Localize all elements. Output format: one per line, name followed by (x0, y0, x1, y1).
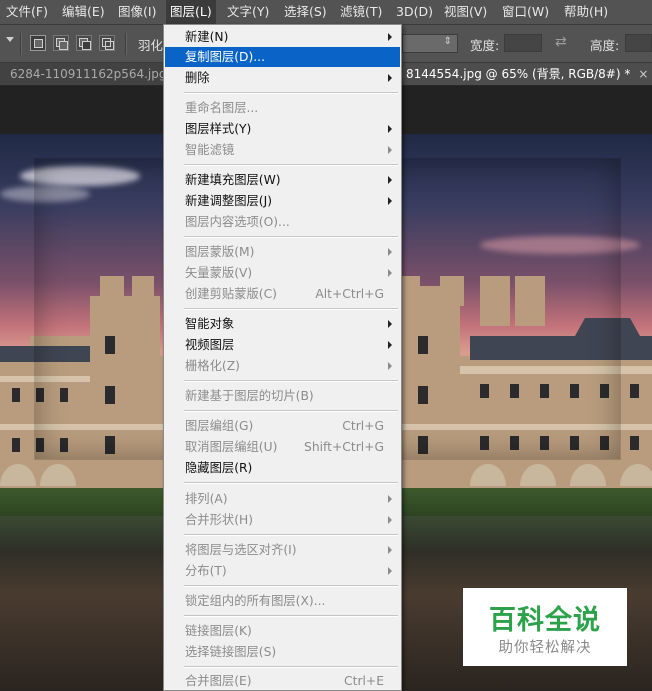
menu-edit[interactable]: 编辑(E) (58, 0, 109, 24)
menu-item-smart-filter[interactable]: 智能滤镜 (165, 140, 400, 160)
add-to-selection-icon[interactable] (53, 35, 69, 51)
watermark-title: 百科全说 (489, 605, 601, 636)
menu-divider (184, 615, 398, 617)
menu-item-arrange[interactable]: 排列(A) (165, 489, 400, 509)
menu-file[interactable]: 文件(F) (2, 0, 52, 24)
menu-divider (184, 410, 398, 412)
menu-divider (184, 92, 398, 94)
style-dropdown[interactable]: ⇕ (402, 34, 458, 53)
close-tab-icon[interactable]: × (638, 67, 648, 81)
menu-divider (184, 308, 398, 310)
submenu-arrow-icon (388, 248, 392, 256)
tab-label: 8144554.jpg @ 65% (背景, RGB/8#) * (406, 67, 631, 81)
menu-item-ungroup-layers[interactable]: 取消图层编组(U) Shift+Ctrl+G (165, 437, 400, 457)
submenu-arrow-icon (388, 362, 392, 370)
menu-item-lock-all-layers-in-group[interactable]: 锁定组内的所有图层(X)... (165, 591, 400, 611)
submenu-arrow-icon (388, 516, 392, 524)
watermark-logo: 百科全说 助你轻松解决 (463, 588, 627, 666)
menu-item-select-linked-layers[interactable]: 选择链接图层(S) (165, 642, 400, 662)
menu-item-new-layer-based-slice[interactable]: 新建基于图层的切片(B) (165, 386, 400, 406)
menu-item-vector-mask[interactable]: 矢量蒙版(V) (165, 263, 400, 283)
submenu-arrow-icon (388, 495, 392, 503)
menu-item-align-layers-to-selection[interactable]: 将图层与选区对齐(I) (165, 540, 400, 560)
menu-item-smart-object[interactable]: 智能对象 (165, 314, 400, 334)
submenu-arrow-icon (388, 197, 392, 205)
menu-divider (184, 534, 398, 536)
menu-divider (184, 585, 398, 587)
menu-item-link-layers[interactable]: 链接图层(K) (165, 621, 400, 641)
menu-3d[interactable]: 3D(D) (392, 0, 437, 24)
menu-item-new-adjustment-layer[interactable]: 新建调整图层(J) (165, 191, 400, 211)
menu-item-combine-shapes[interactable]: 合并形状(H) (165, 510, 400, 530)
menu-item-new[interactable]: 新建(N) (165, 27, 400, 47)
menu-item-rename-layer[interactable]: 重命名图层... (165, 98, 400, 118)
menu-item-merge-layers[interactable]: 合并图层(E) Ctrl+E (165, 671, 400, 691)
menu-item-layer-content-options[interactable]: 图层内容选项(O)... (165, 212, 400, 232)
feather-label: 羽化 (138, 38, 164, 53)
submenu-arrow-icon (388, 74, 392, 82)
submenu-arrow-icon (388, 269, 392, 277)
menu-divider (184, 666, 398, 668)
options-divider (20, 33, 22, 55)
menu-help[interactable]: 帮助(H) (560, 0, 612, 24)
new-selection-icon[interactable] (30, 35, 46, 51)
menu-window[interactable]: 窗口(W) (498, 0, 553, 24)
document-tab-2[interactable]: 8144554.jpg @ 65% (背景, RGB/8#) * × (402, 63, 652, 85)
menu-item-layer-mask[interactable]: 图层蒙版(M) (165, 242, 400, 262)
swap-dimensions-icon[interactable]: ⇄ (555, 34, 567, 50)
submenu-arrow-icon (388, 341, 392, 349)
menu-item-delete[interactable]: 删除 (165, 68, 400, 88)
layer-menu: 新建(N) 复制图层(D)... 删除 重命名图层... 图层样式(Y) 智能滤… (163, 24, 402, 691)
subtract-from-selection-icon[interactable] (76, 35, 92, 51)
submenu-arrow-icon (388, 546, 392, 554)
menu-item-duplicate-layer[interactable]: 复制图层(D)... (165, 47, 400, 67)
menu-divider (184, 482, 398, 484)
menu-item-video-layer[interactable]: 视频图层 (165, 335, 400, 355)
submenu-arrow-icon (388, 33, 392, 41)
menu-view[interactable]: 视图(V) (440, 0, 491, 24)
submenu-arrow-icon (388, 176, 392, 184)
menu-item-group-layers[interactable]: 图层编组(G) Ctrl+G (165, 416, 400, 436)
menu-item-distribute[interactable]: 分布(T) (165, 561, 400, 581)
menu-divider (184, 164, 398, 166)
menu-select[interactable]: 选择(S) (280, 0, 331, 24)
menu-divider (184, 380, 398, 382)
intersect-selection-icon[interactable] (99, 35, 115, 51)
submenu-arrow-icon (388, 125, 392, 133)
tool-preset-dropdown-icon[interactable] (6, 37, 14, 42)
menu-item-new-fill-layer[interactable]: 新建填充图层(W) (165, 170, 400, 190)
menu-item-layer-style[interactable]: 图层样式(Y) (165, 119, 400, 139)
width-label: 宽度: (470, 38, 500, 53)
shortcut-label: Ctrl+G (342, 419, 384, 433)
height-label: 高度: (590, 38, 620, 53)
menu-item-rasterize[interactable]: 栅格化(Z) (165, 356, 400, 376)
menu-item-hide-layers[interactable]: 隐藏图层(R) (165, 458, 400, 478)
menu-bar: 文件(F) 编辑(E) 图像(I) 图层(L) 文字(Y) 选择(S) 滤镜(T… (0, 0, 652, 25)
dropdown-arrow-icon: ⇕ (443, 36, 452, 47)
menu-divider (184, 236, 398, 238)
document-tab-1[interactable]: 6284-110911162p564.jpg @ (0, 63, 170, 85)
menu-image[interactable]: 图像(I) (114, 0, 160, 24)
submenu-arrow-icon (388, 320, 392, 328)
menu-filter[interactable]: 滤镜(T) (336, 0, 386, 24)
menu-item-create-clipping-mask[interactable]: 创建剪贴蒙版(C) Alt+Ctrl+G (165, 284, 400, 304)
submenu-arrow-icon (388, 567, 392, 575)
menu-layer[interactable]: 图层(L) (166, 0, 216, 24)
height-input[interactable] (625, 34, 652, 52)
submenu-arrow-icon (388, 146, 392, 154)
shortcut-label: Ctrl+E (344, 674, 384, 688)
watermark-subtitle: 助你轻松解决 (498, 640, 592, 656)
options-divider (125, 33, 127, 55)
shortcut-label: Alt+Ctrl+G (315, 287, 384, 301)
menu-type[interactable]: 文字(Y) (223, 0, 273, 24)
tab-label: 6284-110911162p564.jpg @ (10, 67, 170, 81)
width-input[interactable] (504, 34, 542, 52)
shortcut-label: Shift+Ctrl+G (304, 440, 384, 454)
